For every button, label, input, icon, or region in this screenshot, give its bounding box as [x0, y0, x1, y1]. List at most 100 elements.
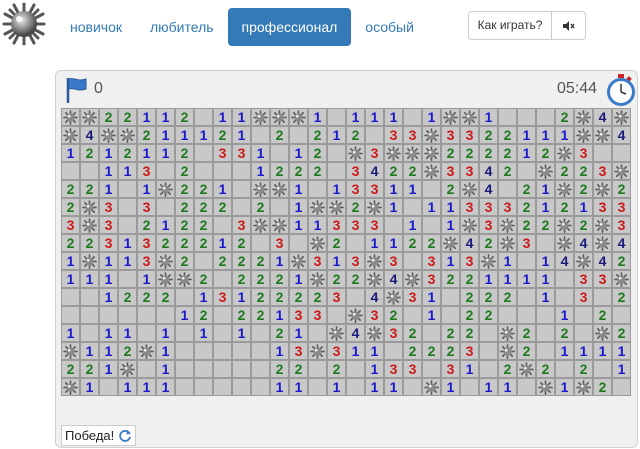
number-cell[interactable]: 3	[384, 360, 403, 378]
empty-cell[interactable]	[194, 342, 213, 360]
number-cell[interactable]: 2	[289, 360, 308, 378]
number-cell[interactable]: 1	[441, 252, 460, 270]
empty-cell[interactable]	[384, 216, 403, 234]
mine-cell[interactable]	[308, 198, 327, 216]
number-cell[interactable]: 4	[80, 126, 99, 144]
number-cell[interactable]: 3	[517, 234, 536, 252]
empty-cell[interactable]	[441, 306, 460, 324]
number-cell[interactable]: 1	[308, 108, 327, 126]
empty-cell[interactable]	[479, 360, 498, 378]
mine-cell[interactable]	[118, 126, 137, 144]
number-cell[interactable]: 1	[213, 234, 232, 252]
number-cell[interactable]: 2	[498, 360, 517, 378]
mine-cell[interactable]	[61, 378, 80, 396]
mine-cell[interactable]	[498, 216, 517, 234]
empty-cell[interactable]	[327, 108, 346, 126]
number-cell[interactable]: 2	[118, 144, 137, 162]
empty-cell[interactable]	[308, 324, 327, 342]
number-cell[interactable]: 1	[194, 324, 213, 342]
number-cell[interactable]: 1	[99, 270, 118, 288]
empty-cell[interactable]	[232, 162, 251, 180]
mine-cell[interactable]	[156, 270, 175, 288]
number-cell[interactable]: 1	[99, 144, 118, 162]
number-cell[interactable]: 3	[479, 216, 498, 234]
mine-cell[interactable]	[555, 234, 574, 252]
number-cell[interactable]: 3	[327, 216, 346, 234]
number-cell[interactable]: 1	[137, 144, 156, 162]
number-cell[interactable]: 2	[270, 360, 289, 378]
empty-cell[interactable]	[593, 288, 612, 306]
number-cell[interactable]: 1	[422, 288, 441, 306]
number-cell[interactable]: 3	[593, 198, 612, 216]
number-cell[interactable]: 1	[365, 378, 384, 396]
empty-cell[interactable]	[156, 162, 175, 180]
number-cell[interactable]: 2	[308, 144, 327, 162]
number-cell[interactable]: 3	[422, 252, 441, 270]
number-cell[interactable]: 2	[612, 180, 631, 198]
mine-cell[interactable]	[346, 144, 365, 162]
number-cell[interactable]: 3	[574, 288, 593, 306]
number-cell[interactable]: 3	[441, 360, 460, 378]
empty-cell[interactable]	[517, 252, 536, 270]
mine-cell[interactable]	[460, 216, 479, 234]
number-cell[interactable]: 2	[118, 108, 137, 126]
empty-cell[interactable]	[612, 306, 631, 324]
number-cell[interactable]: 1	[479, 270, 498, 288]
number-cell[interactable]: 1	[479, 378, 498, 396]
number-cell[interactable]: 2	[327, 360, 346, 378]
number-cell[interactable]: 2	[213, 126, 232, 144]
number-cell[interactable]: 1	[612, 360, 631, 378]
number-cell[interactable]: 1	[422, 198, 441, 216]
number-cell[interactable]: 3	[232, 216, 251, 234]
number-cell[interactable]: 1	[384, 378, 403, 396]
number-cell[interactable]: 3	[479, 198, 498, 216]
number-cell[interactable]: 3	[289, 306, 308, 324]
number-cell[interactable]: 4	[612, 126, 631, 144]
number-cell[interactable]: 1	[99, 360, 118, 378]
number-cell[interactable]: 1	[80, 342, 99, 360]
number-cell[interactable]: 2	[479, 144, 498, 162]
mine-cell[interactable]	[156, 180, 175, 198]
sound-toggle-button[interactable]	[551, 11, 586, 40]
empty-cell[interactable]	[346, 360, 365, 378]
number-cell[interactable]: 2	[270, 270, 289, 288]
empty-cell[interactable]	[422, 324, 441, 342]
number-cell[interactable]: 2	[156, 234, 175, 252]
number-cell[interactable]: 2	[346, 198, 365, 216]
mine-cell[interactable]	[441, 234, 460, 252]
empty-cell[interactable]	[517, 288, 536, 306]
number-cell[interactable]: 2	[194, 270, 213, 288]
number-cell[interactable]: 1	[460, 360, 479, 378]
number-cell[interactable]: 1	[365, 234, 384, 252]
mine-cell[interactable]	[118, 360, 137, 378]
mine-cell[interactable]	[289, 252, 308, 270]
number-cell[interactable]: 2	[213, 198, 232, 216]
number-cell[interactable]: 2	[118, 288, 137, 306]
number-cell[interactable]: 2	[555, 162, 574, 180]
number-cell[interactable]: 1	[99, 342, 118, 360]
number-cell[interactable]: 1	[118, 378, 137, 396]
empty-cell[interactable]	[346, 378, 365, 396]
empty-cell[interactable]	[251, 324, 270, 342]
empty-cell[interactable]	[213, 360, 232, 378]
mine-cell[interactable]	[498, 342, 517, 360]
number-cell[interactable]: 1	[574, 198, 593, 216]
number-cell[interactable]: 2	[194, 234, 213, 252]
empty-cell[interactable]	[137, 324, 156, 342]
number-cell[interactable]: 1	[498, 270, 517, 288]
empty-cell[interactable]	[536, 108, 555, 126]
number-cell[interactable]: 2	[289, 162, 308, 180]
number-cell[interactable]: 2	[232, 252, 251, 270]
number-cell[interactable]: 1	[346, 342, 365, 360]
number-cell[interactable]: 3	[99, 234, 118, 252]
number-cell[interactable]: 1	[555, 378, 574, 396]
mine-cell[interactable]	[61, 108, 80, 126]
number-cell[interactable]: 4	[365, 162, 384, 180]
number-cell[interactable]: 2	[346, 126, 365, 144]
empty-cell[interactable]	[99, 378, 118, 396]
mine-cell[interactable]	[308, 234, 327, 252]
number-cell[interactable]: 3	[593, 270, 612, 288]
number-cell[interactable]: 1	[156, 144, 175, 162]
mine-cell[interactable]	[555, 144, 574, 162]
number-cell[interactable]: 2	[403, 342, 422, 360]
